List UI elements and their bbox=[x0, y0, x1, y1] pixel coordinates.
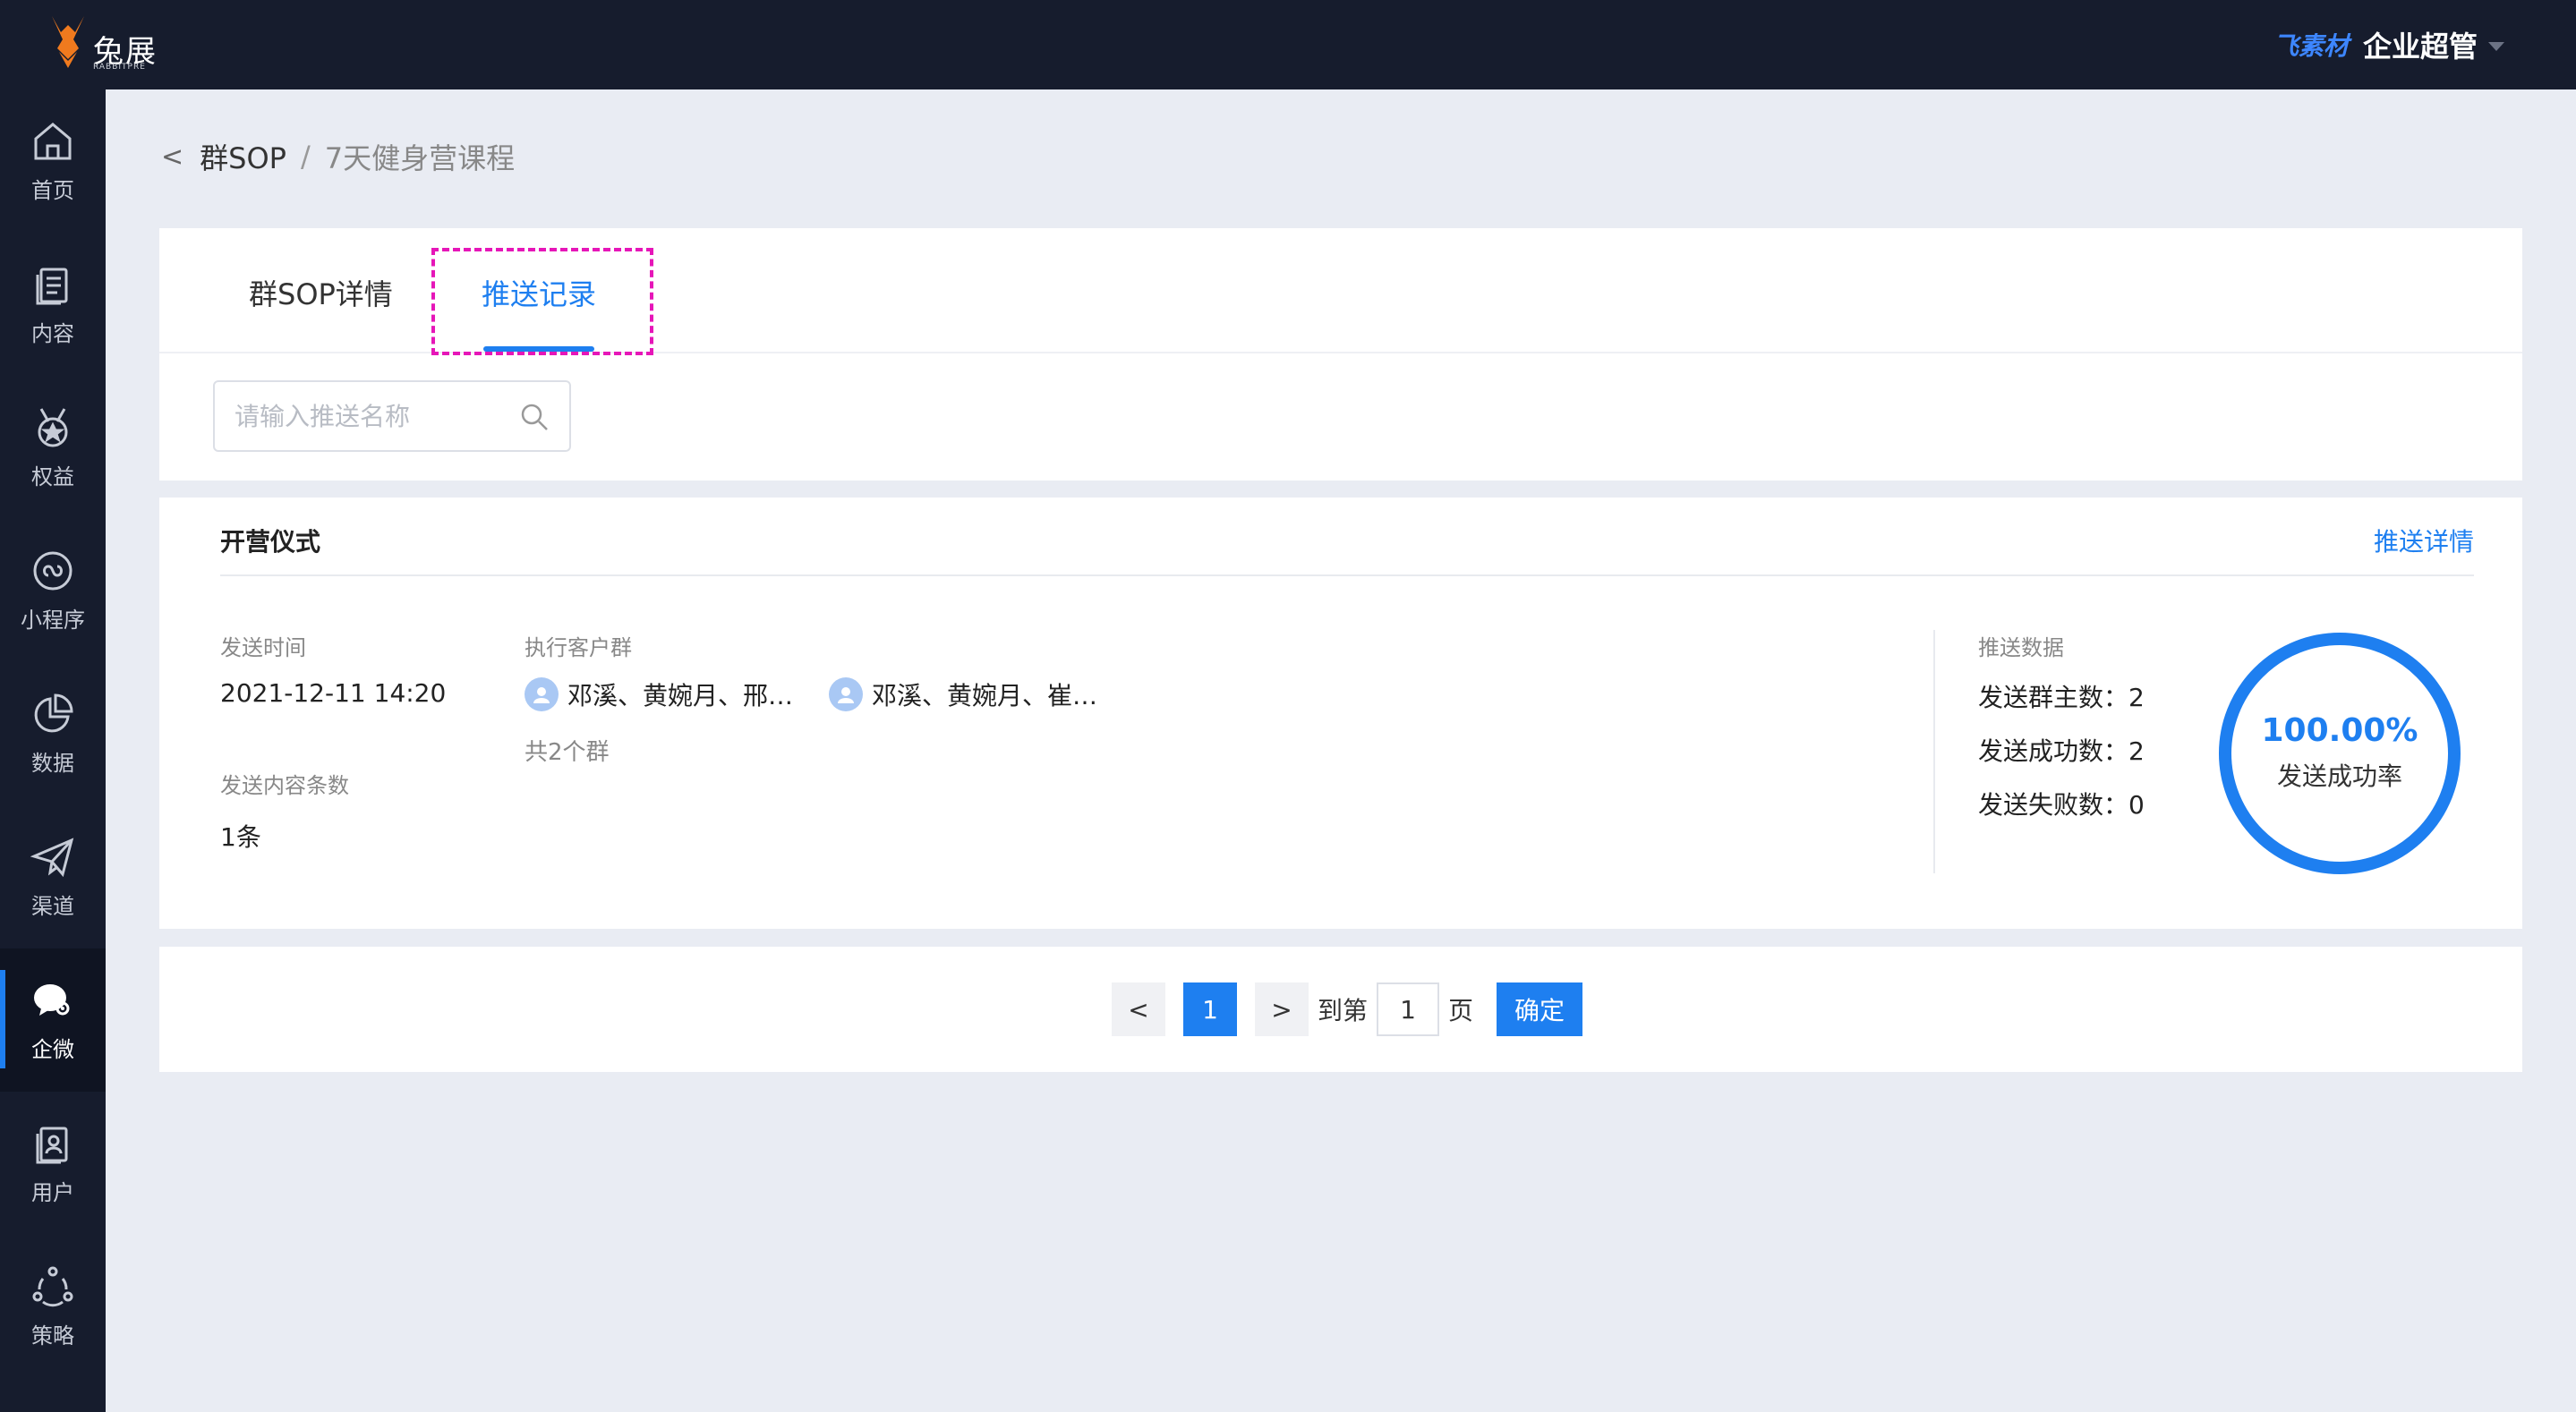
tabs-card: 群SOP详情 推送记录 bbox=[159, 228, 2522, 481]
send-time-label: 发送时间 bbox=[220, 635, 306, 660]
logo-subtext: RABBITPRE bbox=[93, 63, 146, 72]
group-name: 邓溪、黄婉月、崔… bbox=[872, 681, 1098, 710]
search-input[interactable] bbox=[235, 395, 503, 438]
confirm-button[interactable]: 确定 bbox=[1497, 982, 1583, 1036]
next-page-button[interactable]: > bbox=[1255, 982, 1309, 1036]
breadcrumb-separator: / bbox=[300, 140, 311, 174]
sidebar-item-label: 内容 bbox=[31, 320, 74, 346]
vertical-divider bbox=[1933, 630, 1935, 873]
send-time-value: 2021-12-11 14:20 bbox=[220, 678, 447, 708]
sidebar-item-channel[interactable]: 渠道 bbox=[0, 805, 106, 948]
pagination-card: < 1 > 到第 1 页 确定 bbox=[159, 947, 2522, 1072]
group-avatar-icon bbox=[525, 677, 559, 711]
wecom-icon bbox=[34, 983, 70, 1016]
group-tag[interactable]: 邓溪、黄婉月、邢… bbox=[525, 676, 793, 712]
sidebar-item-benefits[interactable]: 权益 bbox=[0, 376, 106, 519]
record-title: 开营仪式 bbox=[220, 527, 321, 557]
sidebar-item-data[interactable]: 数据 bbox=[0, 662, 106, 805]
sidebar-item-miniprogram[interactable]: 小程序 bbox=[0, 519, 106, 662]
breadcrumb: < 群SOP / 7天健身营课程 bbox=[161, 136, 515, 177]
send-icon bbox=[30, 837, 74, 877]
user-menu[interactable]: 飞素材 企业超管 bbox=[2273, 25, 2504, 64]
sidebar-item-label: 渠道 bbox=[31, 893, 74, 919]
sidebar-item-label: 企微 bbox=[31, 1036, 74, 1062]
user-doc-icon bbox=[36, 1127, 68, 1163]
sidebar-item-label: 数据 bbox=[31, 750, 74, 776]
pie-chart-icon bbox=[34, 693, 73, 732]
push-detail-link[interactable]: 推送详情 bbox=[2374, 523, 2474, 558]
success-rate-arc bbox=[2219, 633, 2461, 874]
group-name: 邓溪、黄婉月、邢… bbox=[567, 681, 794, 710]
divider bbox=[220, 574, 2474, 576]
back-arrow-icon[interactable]: < bbox=[161, 141, 183, 173]
sidebar-item-user[interactable]: 用户 bbox=[0, 1092, 106, 1235]
groups-total: 共2个群 bbox=[525, 739, 610, 766]
failed-count: 发送失败数：0 bbox=[1978, 790, 2145, 820]
success-count: 发送成功数：2 bbox=[1978, 736, 2145, 766]
groups-label: 执行客户群 bbox=[525, 635, 632, 660]
prev-page-button[interactable]: < bbox=[1112, 982, 1165, 1036]
sidebar-item-label: 策略 bbox=[31, 1323, 74, 1348]
content-count-value: 1条 bbox=[220, 822, 261, 852]
goto-page-input[interactable]: 1 bbox=[1377, 982, 1440, 1036]
tab-bar: 群SOP详情 推送记录 bbox=[159, 228, 2522, 355]
strategy-icon bbox=[32, 1266, 73, 1306]
goto-prefix: 到第 bbox=[1318, 996, 1369, 1025]
breadcrumb-current: 7天健身营课程 bbox=[324, 141, 516, 175]
chevron-down-icon[interactable] bbox=[2488, 42, 2504, 51]
success-rate-ring bbox=[2219, 633, 2461, 874]
sidebar-item-label: 用户 bbox=[31, 1179, 74, 1205]
medal-icon bbox=[38, 407, 68, 447]
search-box[interactable] bbox=[213, 380, 571, 452]
home-icon bbox=[34, 122, 72, 159]
brand-mark: 飞素材 bbox=[2273, 31, 2349, 61]
search-icon[interactable] bbox=[519, 402, 550, 432]
sidebar-item-home[interactable]: 首页 bbox=[0, 89, 106, 233]
goto-suffix: 页 bbox=[1448, 996, 1474, 1025]
page-number-button[interactable]: 1 bbox=[1183, 982, 1237, 1036]
user-name[interactable]: 企业超管 bbox=[2363, 24, 2478, 65]
content-count-label: 发送内容条数 bbox=[220, 773, 349, 798]
success-rate-label: 发送成功率 bbox=[2276, 761, 2402, 791]
miniprogram-icon bbox=[33, 551, 73, 590]
sidebar-item-content[interactable]: 内容 bbox=[0, 233, 106, 376]
sidebar-item-label: 权益 bbox=[31, 464, 74, 489]
tab-sop-detail[interactable]: 群SOP详情 bbox=[249, 268, 393, 321]
pagination: < 1 > 到第 1 页 确定 bbox=[1112, 982, 1583, 1036]
group-avatar-icon bbox=[829, 677, 863, 711]
sidebar-item-wecom[interactable]: 企微 bbox=[0, 948, 106, 1092]
owners-count: 发送群主数：2 bbox=[1978, 683, 2145, 712]
breadcrumb-parent[interactable]: 群SOP bbox=[200, 136, 286, 177]
stats-label: 推送数据 bbox=[1978, 635, 2064, 660]
top-header: 兔展 RABBITPRE 飞素材 企业超管 bbox=[0, 0, 2576, 89]
group-tag[interactable]: 邓溪、黄婉月、崔… bbox=[829, 676, 1097, 712]
sidebar-item-label: 首页 bbox=[31, 177, 74, 203]
highlight-box bbox=[431, 248, 653, 355]
push-record-card: 开营仪式 推送详情 发送时间 2021-12-11 14:20 发送内容条数 1… bbox=[159, 498, 2522, 929]
sidebar-item-strategy[interactable]: 策略 bbox=[0, 1235, 106, 1378]
sidebar: 首页 内容 权益 小程序 数据 渠道 企微 用户 策略 bbox=[0, 89, 106, 1412]
success-rate-value: 100.00% bbox=[2261, 712, 2418, 749]
content-icon bbox=[36, 268, 68, 304]
sidebar-item-label: 小程序 bbox=[21, 607, 85, 633]
